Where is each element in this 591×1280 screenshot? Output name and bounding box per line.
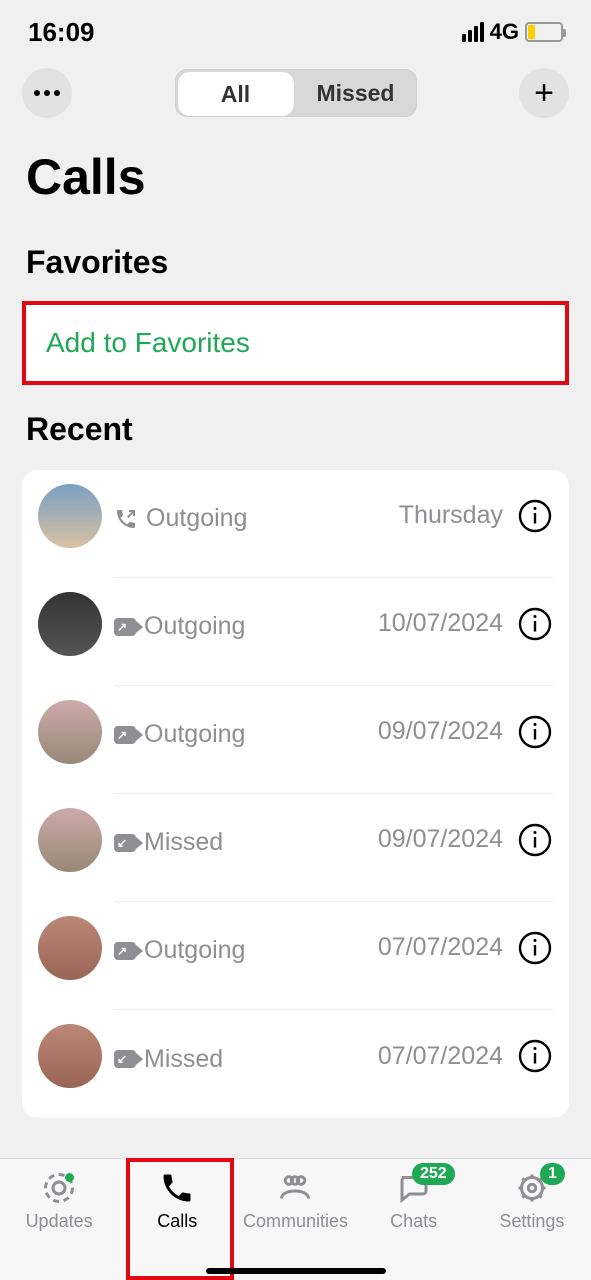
status-right: 4G — [462, 19, 563, 45]
info-icon[interactable] — [517, 1038, 553, 1074]
status-time: 16:09 — [28, 17, 95, 48]
page-title: Calls — [0, 118, 591, 226]
nav-label: Chats — [390, 1211, 437, 1232]
plus-icon: + — [534, 76, 554, 110]
call-date: 07/07/2024 — [378, 933, 503, 962]
call-date: 09/07/2024 — [378, 717, 503, 746]
nav-label: Calls — [157, 1211, 197, 1232]
tab-missed[interactable]: Missed — [296, 70, 416, 116]
call-date: Thursday — [399, 501, 503, 530]
phone-icon — [158, 1169, 196, 1207]
info-icon[interactable] — [517, 930, 553, 966]
phone-outgoing-icon — [114, 507, 138, 531]
avatar — [38, 700, 102, 764]
nav-communities[interactable]: Communities — [240, 1169, 350, 1232]
avatar — [38, 808, 102, 872]
call-date: 07/07/2024 — [378, 1042, 503, 1071]
info-icon[interactable] — [517, 498, 553, 534]
avatar — [38, 484, 102, 548]
call-filter-tabs: All Missed — [175, 69, 417, 117]
top-controls: All Missed + — [0, 50, 591, 118]
video-outgoing-icon: ↗ — [114, 618, 136, 636]
nav-label: Communities — [243, 1211, 348, 1232]
video-outgoing-icon: ↗ — [114, 942, 136, 960]
recent-calls-list: Outgoing Thursday ↗ Outgoing 10/07/2024 — [22, 470, 569, 1118]
video-outgoing-icon: ↗ — [114, 726, 136, 744]
tab-all[interactable]: All — [178, 72, 294, 116]
nav-settings[interactable]: 1 Settings — [477, 1169, 587, 1232]
call-row[interactable]: ↗ Outgoing 07/07/2024 — [22, 902, 569, 1010]
nav-chats[interactable]: 252 Chats — [359, 1169, 469, 1232]
video-missed-icon: ↙ — [114, 1050, 136, 1068]
call-row[interactable]: ↙ Missed 09/07/2024 — [22, 794, 569, 902]
call-date: 10/07/2024 — [378, 609, 503, 638]
call-date: 09/07/2024 — [378, 825, 503, 854]
nav-label: Settings — [499, 1211, 564, 1232]
recent-heading: Recent — [0, 393, 591, 460]
status-bar: 16:09 4G — [0, 0, 591, 50]
video-missed-icon: ↙ — [114, 834, 136, 852]
avatar — [38, 1024, 102, 1088]
call-row[interactable]: ↗ Outgoing 10/07/2024 — [22, 578, 569, 686]
nav-calls[interactable]: Calls — [122, 1169, 232, 1232]
avatar — [38, 916, 102, 980]
settings-badge: 1 — [540, 1163, 565, 1185]
call-type-label: Outgoing — [144, 936, 245, 965]
chats-badge: 252 — [412, 1163, 455, 1185]
battery-icon — [525, 22, 563, 42]
bottom-nav: Updates Calls Communities 252 Chats 1 Se… — [0, 1158, 591, 1280]
info-icon[interactable] — [517, 606, 553, 642]
add-to-favorites-button[interactable]: Add to Favorites — [22, 301, 569, 385]
call-type-label: Missed — [144, 828, 223, 857]
communities-icon — [276, 1169, 314, 1207]
call-type-label: Outgoing — [144, 612, 245, 641]
signal-icon — [462, 22, 484, 42]
more-button[interactable] — [22, 68, 72, 118]
home-indicator — [206, 1268, 386, 1274]
favorites-heading: Favorites — [0, 226, 591, 293]
call-type-label: Outgoing — [144, 720, 245, 749]
call-row[interactable]: ↙ Missed 07/07/2024 — [22, 1010, 569, 1118]
avatar — [38, 592, 102, 656]
call-type-label: Missed — [144, 1045, 223, 1074]
more-icon — [34, 90, 60, 96]
nav-label: Updates — [26, 1211, 93, 1232]
call-type-label: Outgoing — [146, 504, 247, 533]
call-row[interactable]: Outgoing Thursday — [22, 470, 569, 578]
info-icon[interactable] — [517, 822, 553, 858]
nav-updates[interactable]: Updates — [4, 1169, 114, 1232]
new-call-button[interactable]: + — [519, 68, 569, 118]
info-icon[interactable] — [517, 714, 553, 750]
call-row[interactable]: ↗ Outgoing 09/07/2024 — [22, 686, 569, 794]
updates-icon — [40, 1169, 78, 1207]
add-to-favorites-label: Add to Favorites — [46, 327, 250, 358]
network-label: 4G — [490, 19, 519, 45]
